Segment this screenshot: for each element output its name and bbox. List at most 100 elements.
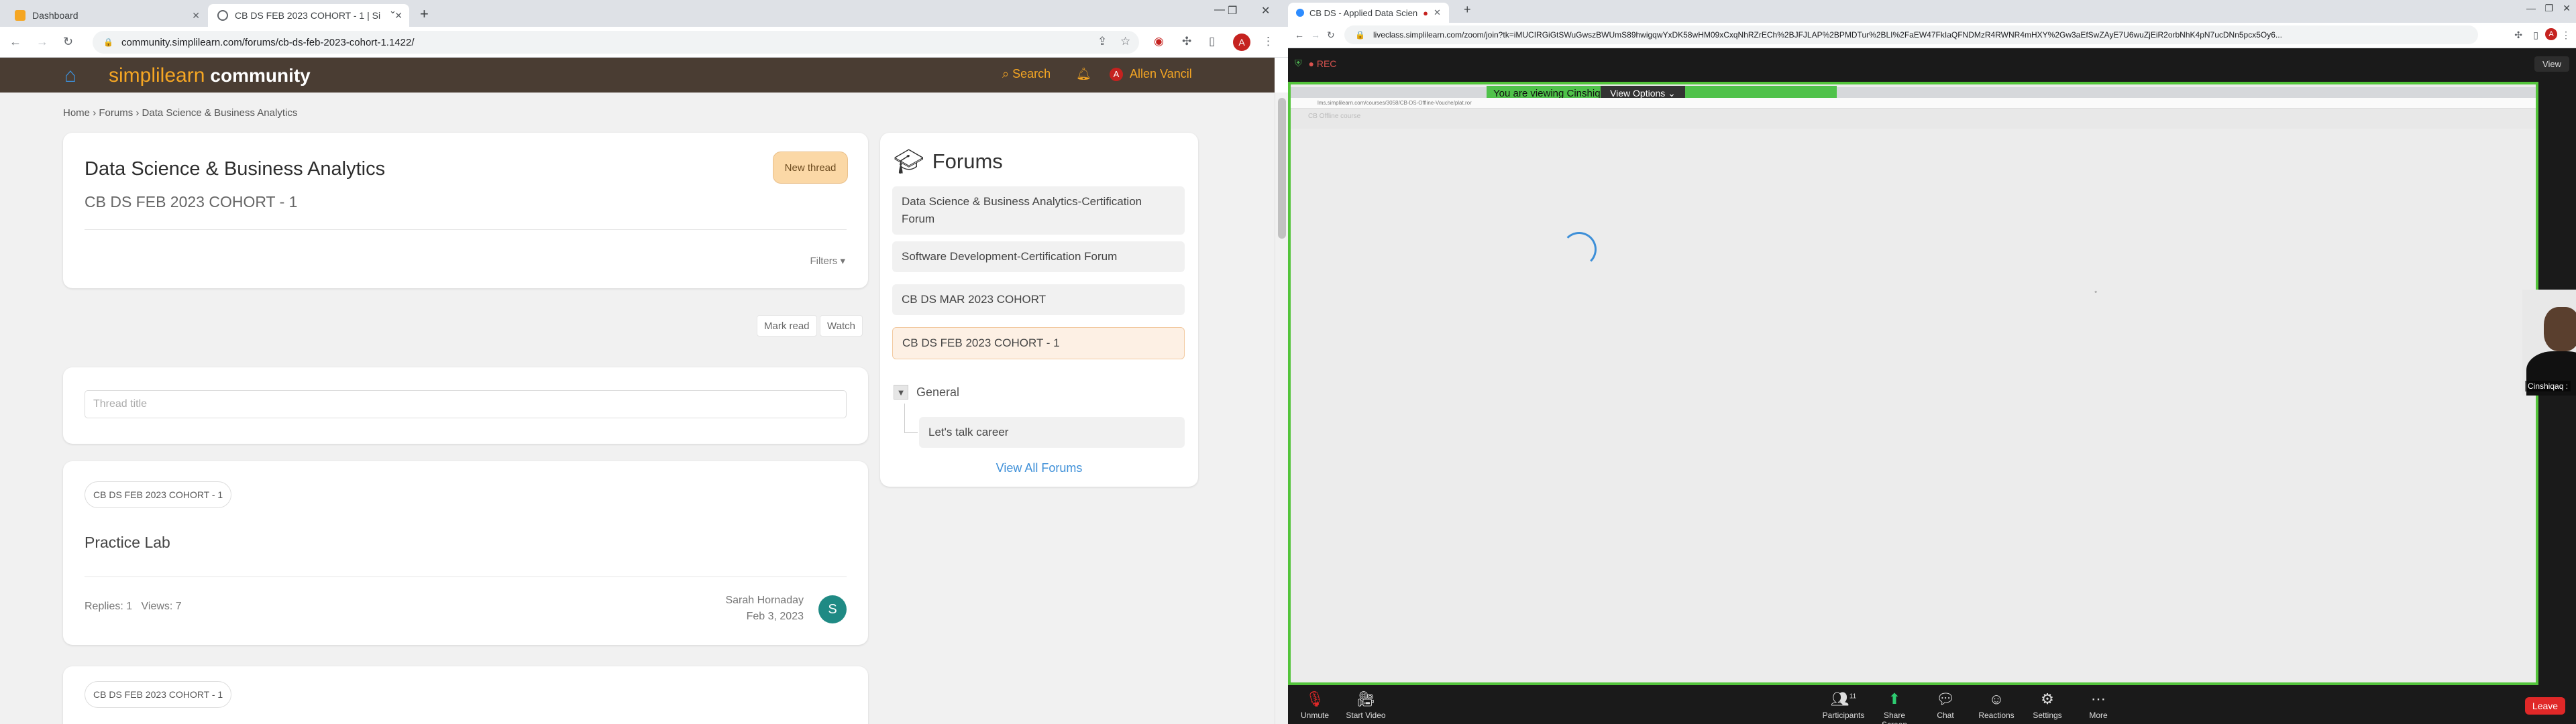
sidebar-group-general[interactable]: ▼ General [894,385,959,400]
participants-icon: 👥︎11 [1830,690,1857,707]
more-button[interactable]: ⋯ More [2074,690,2123,720]
breadcrumb-forums[interactable]: Forums [99,107,133,119]
profile-avatar[interactable]: A [2545,28,2557,40]
new-tab-icon[interactable]: + [1464,3,1471,17]
new-thread-button[interactable]: New thread [773,152,848,184]
address-bar[interactable]: 🔒 liveclass.simplilearn.com/zoom/join?tk… [1344,25,2478,44]
close-tab-icon[interactable]: ✕ [1434,7,1441,18]
graduation-cap-icon: 🎓︎ [894,147,924,175]
page-scrollbar[interactable] [1275,93,1288,724]
user-menu[interactable]: A Allen Vancil [1110,67,1192,81]
sidebar-item-cb-ds-feb[interactable]: CB DS FEB 2023 COHORT - 1 [892,327,1185,359]
tab-search-chevron-down-icon[interactable]: ⌄ [389,5,396,16]
sidebar-item-ds-certification[interactable]: Data Science & Business Analytics-Certif… [892,186,1185,235]
thread-date: Feb 3, 2023 [746,611,804,622]
close-tab-icon[interactable]: ✕ [192,10,200,21]
control-label: More [2089,711,2108,720]
tab-dashboard[interactable]: Dashboard ✕ [5,4,207,27]
side-panel-icon[interactable]: ▯ [1209,35,1215,48]
extensions-icon[interactable]: ✣ [2514,29,2522,41]
page-subtitle: CB DS FEB 2023 COHORT - 1 [85,193,298,210]
thread-prefix-badge[interactable]: CB DS FEB 2023 COHORT - 1 [85,681,232,708]
forward-icon[interactable]: → [36,35,48,49]
reactions-button[interactable]: ☺ Reactions [1972,690,2021,720]
reactions-icon: ☺ [1988,690,2004,707]
search-link[interactable]: ⌕ Search [1002,67,1051,81]
notification-bell-icon[interactable]: 🔔︎ [1076,67,1091,81]
collapse-triangle-icon[interactable]: ▼ [894,385,908,400]
breadcrumb-current[interactable]: Data Science & Business Analytics [142,107,298,119]
reload-icon[interactable]: ↻ [1327,29,1335,41]
scrollbar-thumb[interactable] [1278,98,1286,239]
tab-label: CB DS - Applied Data Scien [1309,7,1418,18]
back-icon[interactable]: ← [9,35,21,49]
thread-item[interactable]: CB DS FEB 2023 COHORT - 1 [63,666,868,724]
kebab-menu-icon[interactable]: ⋮ [2561,29,2571,41]
control-label: Settings [2033,711,2062,720]
sidebar-item-cb-ds-mar[interactable]: CB DS MAR 2023 COHORT [892,284,1185,315]
control-label: Share Screen [1882,711,1907,724]
unmute-button[interactable]: 🎙︎ Unmute [1291,690,1339,720]
reload-icon[interactable]: ↻ [63,35,73,49]
tab-strip: Dashboard ✕ CB DS FEB 2023 COHORT - 1 | … [0,0,1288,27]
back-icon[interactable]: ← [1295,29,1304,40]
minimize-icon[interactable]: — [1214,4,1225,16]
thread-title-input[interactable]: Thread title [85,390,847,418]
chat-button[interactable]: 💬︎ Chat [1921,690,1970,720]
filters-button[interactable]: Filters ▾ [810,255,845,267]
tab-forum[interactable]: CB DS FEB 2023 COHORT - 1 | Si ✕ [208,4,409,27]
close-window-icon[interactable]: ✕ [1261,4,1270,17]
rec-indicator[interactable]: ● REC [1309,58,1337,69]
participant-video-tile[interactable]: Cinshiqaq : [2522,290,2576,396]
tab-zoom-class[interactable]: CB DS - Applied Data Scien ● ✕ [1288,3,1449,23]
extension-record-icon[interactable]: ◉ [1154,35,1164,48]
watch-button[interactable]: Watch [820,315,863,337]
author-avatar[interactable]: S [818,595,847,623]
mark-read-button[interactable]: Mark read [757,315,817,337]
group-label: General [916,385,960,399]
breadcrumb-separator: › [136,107,142,119]
tab-label: Dashboard [32,10,78,21]
sidebar-item-software-certification[interactable]: Software Development-Certification Forum [892,241,1185,272]
participants-button[interactable]: 👥︎11 Participants [1819,690,1868,720]
quick-thread-card: Thread title [63,367,868,444]
site-logo[interactable]: simplilearn community [109,64,311,87]
thread-author[interactable]: Sarah Hornaday [725,593,804,609]
more-dots-icon: ⋯ [2091,690,2106,707]
sidebar-item-lets-talk-career[interactable]: Let's talk career [919,417,1185,448]
minimize-icon[interactable]: — [2526,3,2536,13]
thread-title[interactable]: Practice Lab [85,534,170,552]
forums-sidebar: 🎓︎ Forums Data Science & Business Analyti… [880,133,1198,487]
thread-prefix-badge[interactable]: CB DS FEB 2023 COHORT - 1 [85,481,232,508]
thread-views: Views: 7 [141,601,182,612]
breadcrumb-separator: › [93,107,99,119]
side-panel-icon[interactable]: ▯ [2533,29,2538,41]
meeting-status: ⛨ ● REC [1295,58,1336,69]
home-icon[interactable]: ⌂ [64,64,76,87]
view-all-forums-link[interactable]: View All Forums [880,461,1198,475]
kebab-menu-icon[interactable]: ⋮ [1263,35,1274,48]
breadcrumb: Home › Forums › Data Science & Business … [63,107,297,119]
view-button[interactable]: View [2534,56,2569,72]
bookmark-star-icon[interactable]: ☆ [1120,35,1130,48]
leave-button[interactable]: Leave [2525,697,2565,715]
thread-item[interactable]: CB DS FEB 2023 COHORT - 1 Practice Lab R… [63,461,868,645]
maximize-icon[interactable]: ❐ [1228,4,1237,17]
breadcrumb-home[interactable]: Home [63,107,90,119]
shield-icon[interactable]: ⛨ [1295,58,1302,69]
address-bar[interactable]: 🔒 community.simplilearn.com/forums/cb-ds… [93,31,1139,54]
sidebar-title-text: Forums [932,149,1003,173]
new-tab-icon[interactable]: + [420,5,429,23]
maximize-icon[interactable]: ❐ [2544,3,2553,14]
left-browser-window: Dashboard ✕ CB DS FEB 2023 COHORT - 1 | … [0,0,1288,724]
search-label: Search [1012,67,1051,80]
settings-button[interactable]: ⚙ Settings [2023,690,2072,720]
extensions-icon[interactable]: ✣ [1182,35,1191,48]
profile-avatar[interactable]: A [1233,34,1250,51]
shared-screen: You are viewing Cinshiqaq :'s screen Vie… [1288,82,2538,685]
start-video-button[interactable]: 🎥︎ Start Video [1342,690,1390,720]
share-page-icon[interactable]: ⇪ [1097,35,1107,48]
close-window-icon[interactable]: ✕ [2563,3,2571,14]
forward-icon[interactable]: → [1311,29,1320,40]
share-screen-button[interactable]: ⬆︎ Share Screen [1870,690,1919,724]
